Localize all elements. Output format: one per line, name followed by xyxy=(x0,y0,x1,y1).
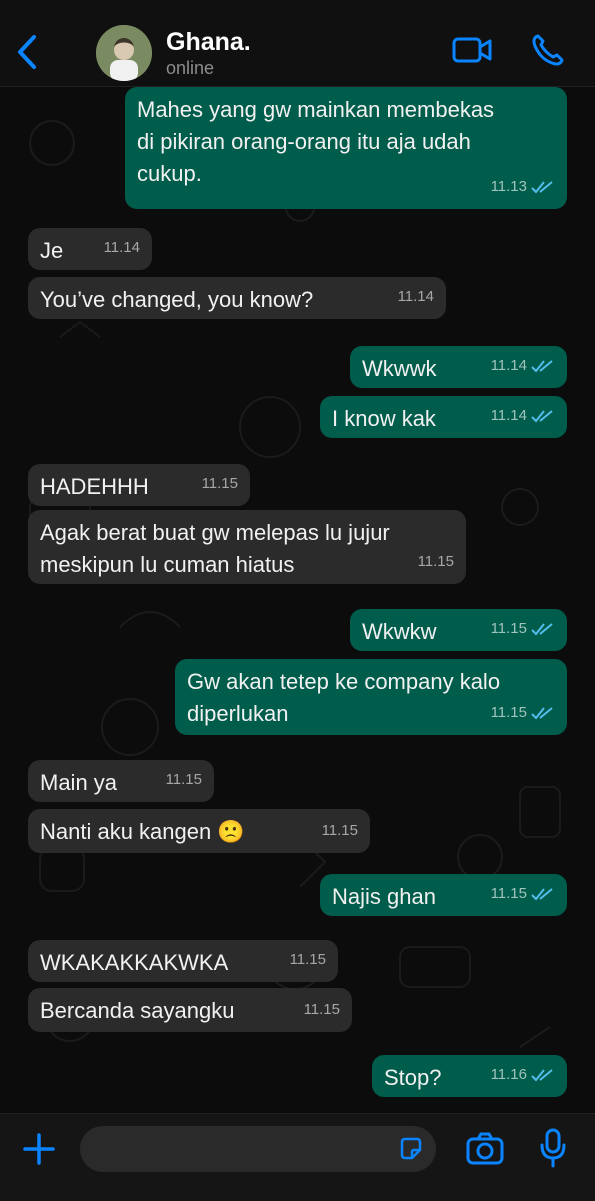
message-meta: 11.15 xyxy=(322,815,358,847)
double-check-icon xyxy=(531,888,553,901)
microphone-icon[interactable] xyxy=(539,1128,567,1168)
message-time: 11.16 xyxy=(490,1066,527,1083)
message-meta: 11.14 xyxy=(491,350,555,382)
message-time: 11.15 xyxy=(417,553,454,570)
message-text: Agak berat buat gw melepas lu jujur mesk… xyxy=(40,520,390,577)
message-text: Mahes yang gw mainkan membekas di pikira… xyxy=(137,97,495,186)
chevron-left-icon[interactable] xyxy=(10,30,44,74)
message-time: 11.14 xyxy=(103,239,140,256)
message-time: 11.15 xyxy=(321,822,358,839)
message-input[interactable] xyxy=(80,1126,436,1172)
message-text: HADEHHH xyxy=(40,474,149,499)
incoming-message[interactable]: HADEHHH 11.15 xyxy=(28,464,250,506)
message-time: 11.15 xyxy=(490,704,527,721)
sticker-icon[interactable] xyxy=(398,1136,424,1162)
message-text: Je xyxy=(40,238,64,263)
message-text: Gw akan tetep ke company kalo diperlukan xyxy=(187,669,501,726)
double-check-icon xyxy=(531,623,553,636)
message-meta: 11.14 xyxy=(398,281,434,313)
message-time: 11.15 xyxy=(490,620,527,637)
double-check-icon xyxy=(531,360,553,373)
message-text: Najis ghan xyxy=(332,884,436,909)
message-time: 11.14 xyxy=(490,407,527,424)
phone-icon[interactable] xyxy=(530,32,566,68)
message-time: 11.14 xyxy=(490,357,527,374)
profile-photo xyxy=(96,25,152,81)
contact-status: online xyxy=(166,58,215,78)
message-meta: 11.15 xyxy=(290,944,326,976)
message-meta: 11.15 xyxy=(491,878,555,910)
outgoing-message[interactable]: Mahes yang gw mainkan membekas di pikira… xyxy=(125,87,567,209)
message-meta: 11.16 xyxy=(491,1059,555,1091)
message-text: Bercanda sayangku xyxy=(40,998,235,1023)
incoming-message[interactable]: Agak berat buat gw melepas lu jujur mesk… xyxy=(28,510,466,584)
chat-header: Ghana. online xyxy=(0,0,595,87)
message-text: Stop? xyxy=(384,1065,442,1090)
message-text: You’ve changed, you know? xyxy=(40,287,314,312)
avatar[interactable] xyxy=(96,25,152,81)
message-meta: 11.13 xyxy=(491,171,555,203)
message-meta: 11.15 xyxy=(202,468,238,500)
message-list[interactable]: Mahes yang gw mainkan membekas di pikira… xyxy=(0,87,595,1113)
incoming-message[interactable]: You’ve changed, you know? 11.14 xyxy=(28,277,446,319)
plus-icon[interactable] xyxy=(22,1132,56,1166)
camera-icon[interactable] xyxy=(466,1131,504,1165)
outgoing-message[interactable]: I know kak 11.14 xyxy=(320,396,567,438)
message-meta: 11.15 xyxy=(418,546,454,578)
message-time: 11.15 xyxy=(165,771,202,788)
incoming-message[interactable]: Main ya 11.15 xyxy=(28,760,214,802)
message-time: 11.15 xyxy=(289,951,326,968)
double-check-icon xyxy=(531,707,553,720)
message-meta: 11.15 xyxy=(491,697,555,729)
message-text: Nanti aku kangen 🙁 xyxy=(40,819,245,844)
message-text: Wkwwk xyxy=(362,356,437,381)
outgoing-message[interactable]: Stop? 11.16 xyxy=(372,1055,567,1097)
message-time: 11.15 xyxy=(490,885,527,902)
incoming-message[interactable]: WKAKAKKAKWKA 11.15 xyxy=(28,940,338,982)
message-text: Wkwkw xyxy=(362,619,437,644)
message-time: 11.15 xyxy=(303,1001,340,1018)
message-meta: 11.15 xyxy=(166,764,202,796)
outgoing-message[interactable]: Gw akan tetep ke company kalo diperlukan… xyxy=(175,659,567,735)
message-time: 11.14 xyxy=(397,288,434,305)
message-time: 11.15 xyxy=(201,475,238,492)
message-time: 11.13 xyxy=(490,178,527,195)
message-text: I know kak xyxy=(332,406,436,431)
message-meta: 11.14 xyxy=(491,400,555,432)
outgoing-message[interactable]: Wkwwk 11.14 xyxy=(350,346,567,388)
contact-name[interactable]: Ghana. xyxy=(166,28,251,57)
message-meta: 11.15 xyxy=(304,994,340,1026)
outgoing-message[interactable]: Najis ghan 11.15 xyxy=(320,874,567,916)
composer-bar xyxy=(0,1113,595,1201)
double-check-icon xyxy=(531,1069,553,1082)
message-text: WKAKAKKAKWKA xyxy=(40,950,229,975)
incoming-message[interactable]: Je 11.14 xyxy=(28,228,152,270)
double-check-icon xyxy=(531,410,553,423)
incoming-message[interactable]: Nanti aku kangen 🙁 11.15 xyxy=(28,809,370,853)
outgoing-message[interactable]: Wkwkw 11.15 xyxy=(350,609,567,651)
double-check-icon xyxy=(531,181,553,194)
message-meta: 11.14 xyxy=(104,232,140,264)
message-meta: 11.15 xyxy=(491,613,555,645)
video-camera-icon[interactable] xyxy=(452,32,492,68)
message-text: Main ya xyxy=(40,770,118,795)
incoming-message[interactable]: Bercanda sayangku 11.15 xyxy=(28,988,352,1032)
